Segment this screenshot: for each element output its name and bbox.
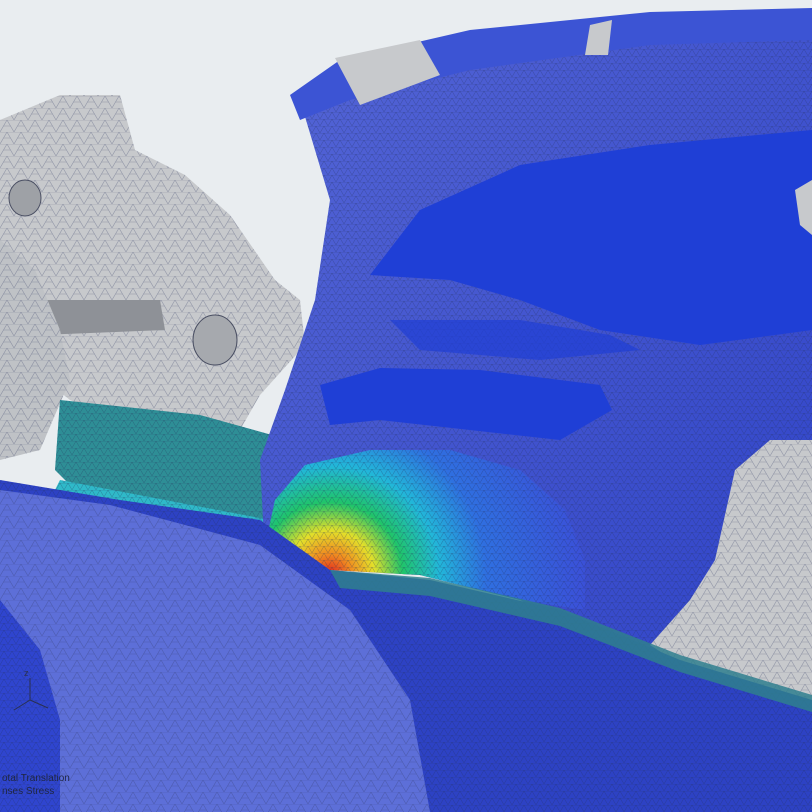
result-legend-line-1: otal Translation <box>2 773 70 784</box>
axis-label-z: z <box>24 668 29 678</box>
fea-viewport[interactable]: z otal Translation nses Stress <box>0 0 812 812</box>
fea-mesh-render <box>0 0 812 812</box>
result-legend-line-2: nses Stress <box>2 786 55 797</box>
